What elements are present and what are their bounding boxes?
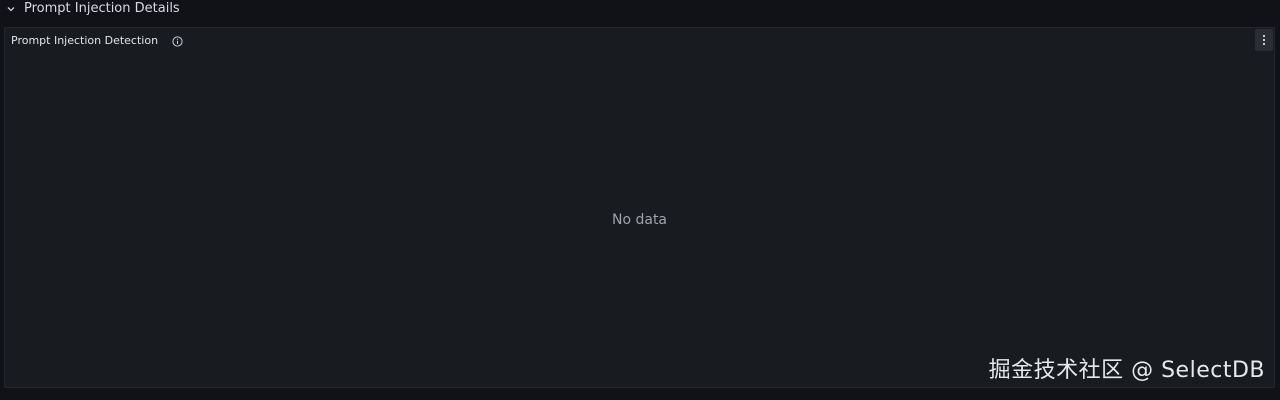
no-data-message: No data <box>611 212 668 228</box>
panel-menu-button[interactable] <box>1255 29 1273 51</box>
watermark: 掘金技术社区 @ SelectDB <box>988 358 1265 383</box>
panel-header: Prompt Injection Detection <box>5 28 1274 54</box>
panel-title: Prompt Injection Detection <box>11 34 159 47</box>
info-circle-icon[interactable] <box>172 35 183 47</box>
kebab-menu-icon <box>1262 31 1266 50</box>
row-title: Prompt Injection Details <box>24 0 180 16</box>
chevron-down-icon <box>6 4 16 14</box>
panel-prompt-injection-detection: Prompt Injection Detection No data <box>4 27 1275 388</box>
row-collapse-toggle[interactable]: Prompt Injection Details <box>0 0 400 17</box>
